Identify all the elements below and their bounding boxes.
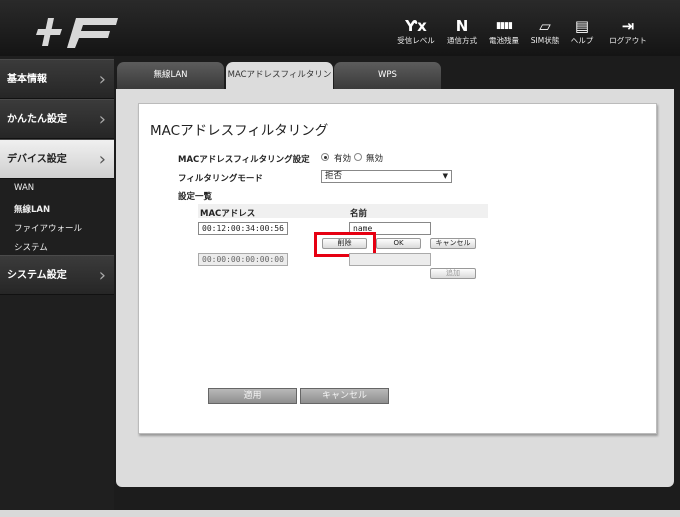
- brand-logo: [36, 18, 118, 48]
- sidebar-item-label: かんたん設定: [7, 114, 67, 125]
- bottom-bar: [0, 510, 680, 517]
- filter-mode-label: フィルタリングモード: [178, 174, 263, 184]
- chevron-right-icon: ›: [98, 265, 106, 286]
- chevron-right-icon: ›: [98, 69, 106, 90]
- ok-button[interactable]: OK: [376, 238, 421, 249]
- header-bar: Ƴx 受信レベル N 通信方式 ▮▮▮▮ 電池残量 ▱ SIM状態 ▤ ヘルプ …: [0, 0, 680, 56]
- settings-list-label: 設定一覧: [178, 192, 213, 202]
- cancel-button[interactable]: キャンセル: [300, 388, 389, 404]
- enable-radio-label: 有効: [334, 154, 352, 164]
- tab-wps[interactable]: WPS: [334, 62, 441, 89]
- logout-icon[interactable]: ⇥ ログアウト: [604, 16, 652, 46]
- sidebar-item-label: 基本情報: [7, 74, 47, 85]
- enable-radio[interactable]: [321, 153, 329, 161]
- network-mode-icon: N 通信方式: [447, 17, 477, 45]
- signal-level-icon: Ƴx 受信レベル: [397, 17, 435, 45]
- help-icon[interactable]: ▤ ヘルプ: [558, 16, 606, 46]
- row-cancel-button[interactable]: キャンセル: [430, 238, 476, 249]
- apply-button[interactable]: 適用: [208, 388, 297, 404]
- sidebar-subitem-wireless-lan[interactable]: 無線LAN: [14, 203, 50, 215]
- sidebar-item-easy-setup[interactable]: かんたん設定 ›: [0, 99, 114, 139]
- new-mac-address-field[interactable]: 00:00:00:00:00:00: [198, 253, 288, 266]
- sidebar-item-device-settings[interactable]: デバイス設定 ›: [0, 139, 114, 179]
- mac-address-field[interactable]: 00:12:00:34:00:56: [198, 222, 288, 235]
- add-button[interactable]: 追加: [430, 268, 476, 279]
- filter-mode-value: 拒否: [325, 171, 343, 181]
- tab-wireless-lan[interactable]: 無線LAN: [117, 62, 224, 89]
- disable-radio-label: 無効: [366, 154, 384, 164]
- column-header-name: 名前: [350, 209, 368, 219]
- chevron-right-icon: ›: [98, 109, 106, 130]
- sidebar-item-basic-info[interactable]: 基本情報 ›: [0, 59, 114, 99]
- sidebar-subitem-wan[interactable]: WAN: [14, 183, 34, 193]
- page-title: MACアドレスフィルタリング: [150, 123, 329, 139]
- disable-radio[interactable]: [354, 153, 362, 161]
- chevron-right-icon: ›: [98, 149, 106, 170]
- sidebar-item-label: デバイス設定: [7, 154, 67, 165]
- new-name-field[interactable]: [349, 253, 431, 266]
- column-header-mac: MACアドレス: [200, 209, 256, 219]
- sidebar-item-label: システム設定: [7, 270, 67, 281]
- filter-setting-label: MACアドレスフィルタリング設定: [178, 155, 310, 165]
- tab-mac-filtering[interactable]: MACアドレスフィルタリング: [226, 62, 333, 107]
- sidebar-item-system-settings[interactable]: システム設定 ›: [0, 255, 114, 295]
- dropdown-arrow-icon: ▼: [442, 172, 448, 180]
- filter-mode-select[interactable]: 拒否 ▼: [321, 170, 452, 183]
- sidebar-subitem-system[interactable]: システム: [14, 241, 48, 253]
- sidebar-subitem-firewall[interactable]: ファイアウォール: [14, 222, 82, 234]
